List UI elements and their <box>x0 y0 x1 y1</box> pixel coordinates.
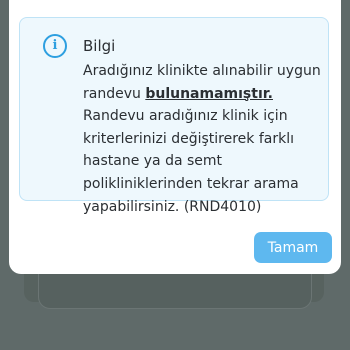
info-icon: i <box>43 34 67 58</box>
dialog-title: Bilgi <box>83 37 116 55</box>
message-emphasis: bulunamamıştır. <box>145 85 273 102</box>
info-dialog: i Bilgi Aradığınız klinikte alınabilir u… <box>9 0 341 274</box>
info-message-box: i Bilgi Aradığınız klinikte alınabilir u… <box>19 17 329 215</box>
dialog-message: Aradığınız klinikte alınabilir uygun ran… <box>83 60 323 218</box>
ok-button[interactable]: Tamam <box>254 232 332 263</box>
background-panel <box>38 272 312 309</box>
message-text-end: Randevu aradığınız klinik için kriterler… <box>83 108 299 215</box>
